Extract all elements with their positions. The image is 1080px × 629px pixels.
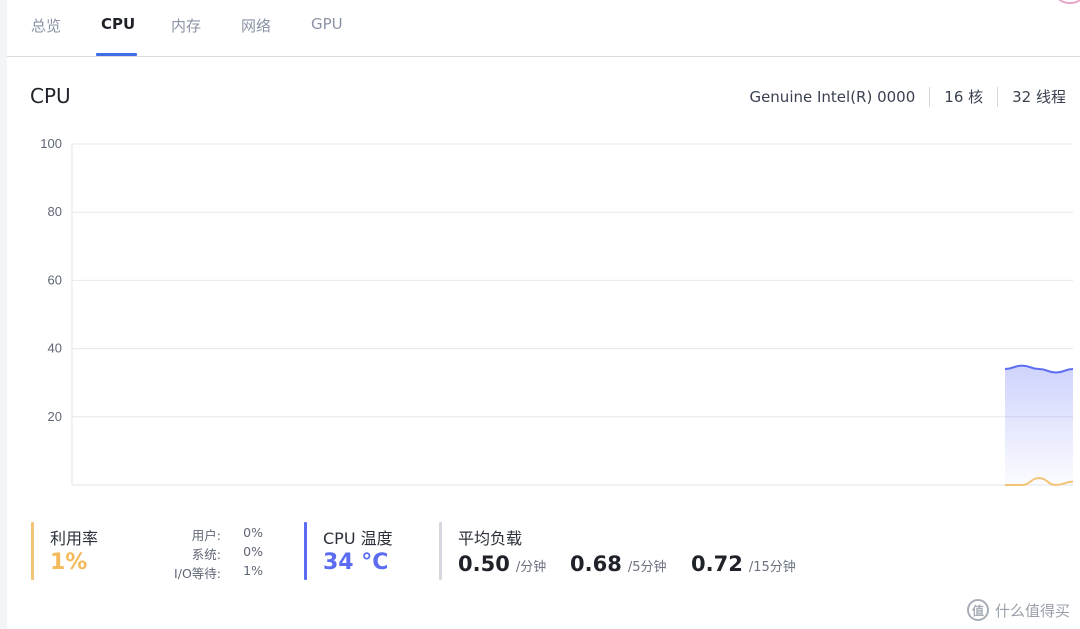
- load-average-stat: 平均负载 0.50/分钟 0.68/5分钟 0.72/15分钟: [439, 522, 859, 580]
- utilization-value: 1%: [50, 550, 88, 575]
- page-title: CPU: [30, 84, 71, 108]
- smzdm-logo-icon: 值: [966, 599, 989, 621]
- system-usage-value: 0%: [243, 544, 263, 559]
- load-15min-unit: /15分钟: [748, 560, 796, 575]
- tab-gpu[interactable]: GPU: [311, 15, 343, 33]
- temperature-label: CPU 温度: [323, 529, 393, 548]
- tab-bar: 总览 CPU 内存 网络 GPU: [7, 0, 1080, 57]
- load-5min-value: 0.68: [570, 552, 622, 576]
- utilization-accent-bar: [31, 522, 34, 580]
- watermark-text: 什么值得买: [994, 601, 1070, 620]
- user-usage-value: 0%: [243, 525, 263, 540]
- divider: [997, 86, 999, 107]
- tab-overview[interactable]: 总览: [31, 15, 61, 36]
- load-1min-unit: /分钟: [515, 560, 547, 575]
- y-tick-label: 100: [40, 136, 62, 151]
- chart-canvas: 100 80 60 40 20: [40, 136, 1074, 487]
- cpu-model: Genuine Intel(R) 0000: [749, 87, 916, 106]
- io-wait-value: 1%: [243, 563, 263, 578]
- temperature-stat: CPU 温度 34 °C: [304, 522, 424, 580]
- load-accent-bar: [439, 522, 442, 580]
- divider: [929, 86, 931, 107]
- tab-memory[interactable]: 内存: [171, 15, 201, 36]
- y-tick-label: 80: [48, 204, 62, 219]
- tab-cpu[interactable]: CPU: [101, 15, 135, 33]
- y-tick-label: 20: [48, 409, 62, 424]
- load-15min: 0.72/15分钟: [691, 552, 796, 576]
- cpu-cores: 16 核: [944, 88, 984, 106]
- cpu-threads: 32 线程: [1012, 88, 1066, 106]
- y-tick-label: 60: [48, 272, 62, 287]
- load-5min: 0.68/5分钟: [570, 552, 666, 576]
- load-1min: 0.50/分钟: [458, 552, 546, 576]
- avatar[interactable]: [1056, 0, 1080, 4]
- load-label: 平均负载: [458, 529, 523, 548]
- tab-network[interactable]: 网络: [241, 15, 271, 36]
- load-5min-unit: /5分钟: [627, 560, 667, 575]
- temperature-accent-bar: [304, 522, 307, 580]
- active-tab-indicator: [96, 53, 137, 56]
- cpu-info: Genuine Intel(R) 0000 16 核 32 线程: [749, 86, 1066, 107]
- y-tick-label: 40: [48, 341, 62, 356]
- utilization-stat: 利用率 1% 用户: 0% 系统: 0% I/O等待: 1%: [31, 522, 291, 581]
- watermark: 值 什么值得买: [966, 599, 1070, 621]
- series-area-0: [1005, 365, 1073, 485]
- temperature-value: 34 °C: [323, 550, 389, 575]
- cpu-usage-chart: 100 80 60 40 20: [30, 132, 1075, 497]
- load-15min-value: 0.72: [691, 552, 743, 576]
- load-1min-value: 0.50: [458, 552, 510, 576]
- utilization-label: 利用率: [50, 529, 99, 548]
- cpu-panel: 总览 CPU 内存 网络 GPU CPU Genuine Intel(R) 00…: [7, 0, 1080, 629]
